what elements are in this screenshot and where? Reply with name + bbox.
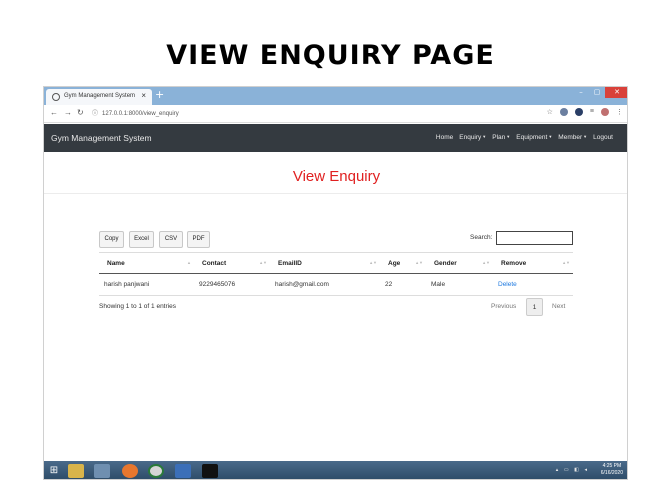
column-header-email[interactable]: EmailID ▲▼ (270, 252, 380, 274)
caret-down-icon: ▼ (583, 134, 588, 139)
nav-enquiry-label: Enquiry (459, 134, 482, 141)
previous-button[interactable]: Previous (491, 298, 516, 316)
back-arrow-icon[interactable]: ← (50, 108, 58, 117)
column-header-contact[interactable]: Contact ▲▼ (194, 252, 270, 274)
browser-window: Gym Management System × + – ▢ ✕ ← → ↻ ⓘ 1… (43, 86, 628, 480)
copy-button[interactable]: Copy (99, 231, 124, 248)
column-label: EmailID (278, 259, 302, 267)
terminal-icon[interactable] (202, 464, 218, 478)
firefox-icon[interactable] (122, 464, 138, 478)
clock-date: 6/16/2020 (600, 470, 623, 476)
nav-enquiry[interactable]: Enquiry▼ (459, 134, 486, 141)
extension-icon[interactable] (559, 108, 568, 116)
nav-plan[interactable]: Plan▼ (492, 134, 510, 141)
nav-member[interactable]: Member▼ (558, 134, 587, 141)
word-icon[interactable] (175, 464, 191, 478)
menu-dots-icon[interactable]: ⋮ (616, 108, 623, 116)
maximize-icon[interactable]: ▢ (589, 87, 605, 98)
page-heading: View Enquiry (292, 168, 381, 185)
search-label: Search: (470, 234, 493, 241)
excel-button[interactable]: Excel (129, 231, 154, 248)
nav-plan-label: Plan (492, 134, 506, 141)
info-icon[interactable]: ⓘ (92, 111, 98, 117)
nav-logout[interactable]: Logout (593, 134, 613, 141)
clock-time: 4:25 PM (602, 463, 622, 469)
star-icon[interactable]: ☆ (547, 108, 553, 116)
column-header-age[interactable]: Age ▲▼ (380, 252, 426, 274)
close-window-icon[interactable]: ✕ (605, 87, 627, 98)
csv-button[interactable]: CSV (159, 231, 183, 248)
start-windows-icon[interactable]: ⊞ (46, 464, 62, 478)
new-tab-button[interactable]: + (155, 88, 164, 101)
column-header-gender[interactable]: Gender ▲▼ (426, 252, 493, 274)
forward-arrow-icon[interactable]: → (64, 108, 72, 117)
globe-icon (52, 93, 60, 101)
sort-icon: ▲▼ (369, 260, 377, 265)
minimize-icon[interactable]: – (573, 87, 589, 98)
close-tab-icon[interactable]: × (141, 91, 146, 100)
slide-title: VIEW ENQUIRY PAGE (166, 40, 495, 71)
sort-icon: ▲▼ (415, 260, 423, 265)
nav-equipment-label: Equipment (516, 134, 548, 141)
system-tray-icons[interactable]: ▴ ▭ ◧ ◂ (556, 467, 589, 473)
cell-age: 22 (380, 273, 426, 296)
navbar-brand[interactable]: Gym Management System (51, 133, 152, 143)
chrome-icon[interactable] (148, 464, 164, 478)
caret-down-icon: ▼ (548, 134, 553, 139)
caret-down-icon: ▼ (506, 134, 511, 139)
delete-link[interactable]: Delete (493, 273, 573, 296)
column-header-remove[interactable]: Remove ▲▼ (493, 252, 573, 274)
taskbar: ⊞ ▴ ▭ ◧ ◂ 4:25 PM 6/16/2020 (44, 461, 627, 479)
cell-email: harish@gmail.com (270, 273, 380, 296)
notepad-icon[interactable] (94, 464, 110, 478)
taskbar-clock[interactable]: 4:25 PM 6/16/2020 (601, 463, 623, 477)
extension-icons: ☆ ≡ ⋮ (547, 108, 623, 116)
cell-gender: Male (426, 273, 493, 296)
column-label: Name (107, 259, 125, 267)
pdf-button[interactable]: PDF (187, 231, 210, 248)
sort-icon: ▲▼ (562, 260, 570, 265)
column-label: Gender (434, 259, 457, 267)
search-input[interactable] (496, 231, 573, 245)
caret-down-icon: ▼ (482, 134, 487, 139)
vpn-icon[interactable] (574, 108, 583, 116)
sort-icon: ▲▼ (482, 260, 490, 265)
cell-contact: 9229465076 (194, 273, 270, 296)
tab-strip: Gym Management System × + – ▢ ✕ (44, 87, 627, 105)
sort-asc-icon: ▲ (187, 260, 191, 265)
divider (44, 193, 627, 194)
column-header-name[interactable]: Name ▲ (99, 252, 194, 274)
enquiry-table: Name ▲ Contact ▲▼ EmailID ▲▼ Age ▲▼ Gender ▲▼… (99, 252, 573, 296)
reading-list-icon[interactable]: ≡ (590, 108, 594, 116)
cell-name: harish panjwani (99, 273, 194, 296)
nav-home[interactable]: Home (436, 134, 453, 141)
url-text: 127.0.0.1:8000/view_enquiry (102, 111, 179, 117)
file-explorer-icon[interactable] (68, 464, 84, 478)
sort-icon: ▲▼ (259, 260, 267, 265)
column-label: Age (388, 259, 401, 267)
reload-icon[interactable]: ↻ (77, 108, 84, 117)
next-button[interactable]: Next (552, 298, 565, 316)
browser-tab[interactable]: Gym Management System × (46, 89, 152, 105)
nav-links: Home Enquiry▼ Plan▼ Equipment▼ Member▼ L… (436, 134, 613, 141)
entries-info: Showing 1 to 1 of 1 entries (99, 303, 176, 310)
profile-avatar[interactable] (601, 108, 609, 116)
window-controls: – ▢ ✕ (573, 87, 627, 101)
table-row: harish panjwani 9229465076 harish@gmail.… (99, 273, 573, 296)
column-label: Remove (501, 259, 527, 267)
page-1-button[interactable]: 1 (526, 298, 543, 316)
address-bar: ← → ↻ ⓘ 127.0.0.1:8000/view_enquiry ☆ ≡ ⋮ (44, 105, 627, 123)
nav-member-label: Member (558, 134, 583, 141)
url-field[interactable]: ⓘ 127.0.0.1:8000/view_enquiry (92, 108, 532, 120)
tab-title: Gym Management System (64, 93, 136, 99)
table-header-row: Name ▲ Contact ▲▼ EmailID ▲▼ Age ▲▼ Gender ▲▼… (99, 252, 573, 274)
column-label: Contact (202, 259, 227, 267)
nav-equipment[interactable]: Equipment▼ (516, 134, 552, 141)
app-navbar: Gym Management System Home Enquiry▼ Plan… (44, 124, 627, 152)
